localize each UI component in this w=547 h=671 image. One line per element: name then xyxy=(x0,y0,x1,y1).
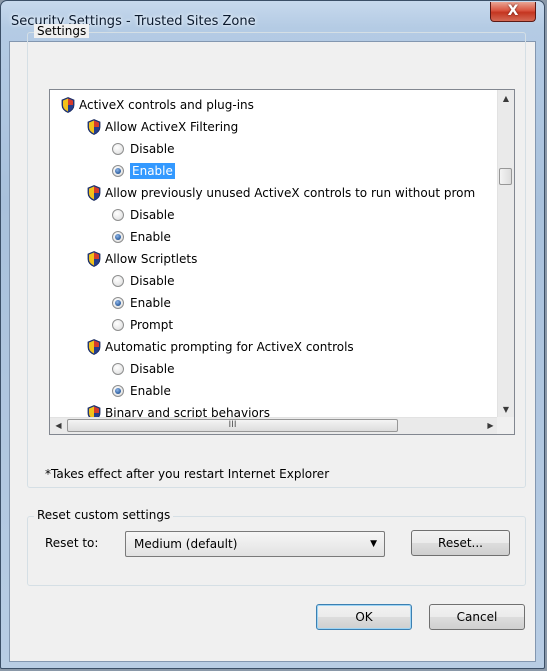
radio-button[interactable] xyxy=(112,363,124,375)
settings-item-row: Automatic prompting for ActiveX controls xyxy=(87,336,354,358)
tree-row-label: Enable xyxy=(130,163,175,179)
reset-level-dropdown[interactable]: Medium (default) ▼ xyxy=(125,531,385,557)
radio-button[interactable] xyxy=(112,319,124,331)
settings-item-row: Binary and script behaviors xyxy=(87,402,270,418)
scroll-up-arrow-icon[interactable]: ▲ xyxy=(498,90,514,107)
scroll-left-arrow-icon[interactable]: ◀ xyxy=(50,418,67,434)
settings-shield-icon xyxy=(87,119,101,142)
reset-button[interactable]: Reset... xyxy=(411,530,510,556)
settings-group-label: Settings xyxy=(34,24,90,38)
settings-tree-content: ActiveX controls and plug-ins Allow Activ… xyxy=(50,90,485,418)
tree-row-label: ActiveX controls and plug-ins xyxy=(79,98,254,112)
reset-group-label: Reset custom settings xyxy=(34,508,174,522)
reset-to-label: Reset to: xyxy=(45,536,99,550)
radio-button[interactable] xyxy=(112,165,124,177)
tree-row-label: Enable xyxy=(130,230,171,244)
radio-option-row[interactable]: Disable xyxy=(112,138,175,160)
radio-option-row[interactable]: Enable xyxy=(112,160,175,182)
radio-option-row[interactable]: Enable xyxy=(112,292,171,314)
close-icon: X xyxy=(507,3,519,19)
dropdown-arrow-icon[interactable]: ▼ xyxy=(370,532,377,556)
scroll-down-arrow-icon[interactable]: ▼ xyxy=(498,401,514,418)
radio-option-row[interactable]: Disable xyxy=(112,358,175,380)
radio-option-row[interactable]: Enable xyxy=(112,226,171,248)
radio-button[interactable] xyxy=(112,275,124,287)
scrollbar-corner xyxy=(497,417,514,434)
settings-shield-icon xyxy=(61,97,75,120)
settings-item-row: Allow previously unused ActiveX controls… xyxy=(87,182,475,204)
tree-row-label: Allow ActiveX Filtering xyxy=(105,120,239,134)
radio-button[interactable] xyxy=(112,209,124,221)
settings-item-row: Allow Scriptlets xyxy=(87,248,197,270)
settings-item-row: Allow ActiveX Filtering xyxy=(87,116,238,138)
radio-option-row[interactable]: Prompt xyxy=(112,314,173,336)
close-button[interactable]: X xyxy=(490,2,536,22)
reset-level-value: Medium (default) xyxy=(134,537,238,551)
restart-note: *Takes effect after you restart Internet… xyxy=(45,467,330,481)
tree-row-label: Disable xyxy=(130,362,175,376)
radio-button[interactable] xyxy=(112,231,124,243)
horizontal-scroll-thumb[interactable]: III xyxy=(67,419,398,432)
tree-row-label: Enable xyxy=(130,296,171,310)
vertical-scroll-thumb[interactable] xyxy=(499,167,512,185)
tree-row-label: Allow previously unused ActiveX controls… xyxy=(105,186,476,200)
ok-button[interactable]: OK xyxy=(316,604,412,630)
tree-row-label: Allow Scriptlets xyxy=(105,252,198,266)
horizontal-scrollbar[interactable]: ◀ III ▶ xyxy=(50,417,499,434)
radio-option-row[interactable]: Disable xyxy=(112,204,175,226)
vertical-scrollbar[interactable]: ▲ ▼ xyxy=(497,90,514,418)
tree-row-label: Disable xyxy=(130,208,175,222)
radio-option-row[interactable]: Enable xyxy=(112,380,171,402)
settings-category-row: ActiveX controls and plug-ins xyxy=(61,94,254,116)
tree-row-label: Disable xyxy=(130,142,175,156)
settings-shield-icon xyxy=(87,251,101,274)
tree-row-label: Binary and script behaviors xyxy=(105,406,270,418)
cancel-button[interactable]: Cancel xyxy=(429,604,525,630)
settings-tree[interactable]: ActiveX controls and plug-ins Allow Activ… xyxy=(49,89,515,435)
settings-shield-icon xyxy=(87,339,101,362)
radio-button[interactable] xyxy=(112,297,124,309)
radio-option-row[interactable]: Disable xyxy=(112,270,175,292)
radio-button[interactable] xyxy=(112,143,124,155)
radio-button[interactable] xyxy=(112,385,124,397)
tree-row-label: Disable xyxy=(130,274,175,288)
tree-row-label: Enable xyxy=(130,384,171,398)
tree-row-label: Prompt xyxy=(130,318,174,332)
tree-row-label: Automatic prompting for ActiveX controls xyxy=(105,340,354,354)
settings-shield-icon xyxy=(87,185,101,208)
